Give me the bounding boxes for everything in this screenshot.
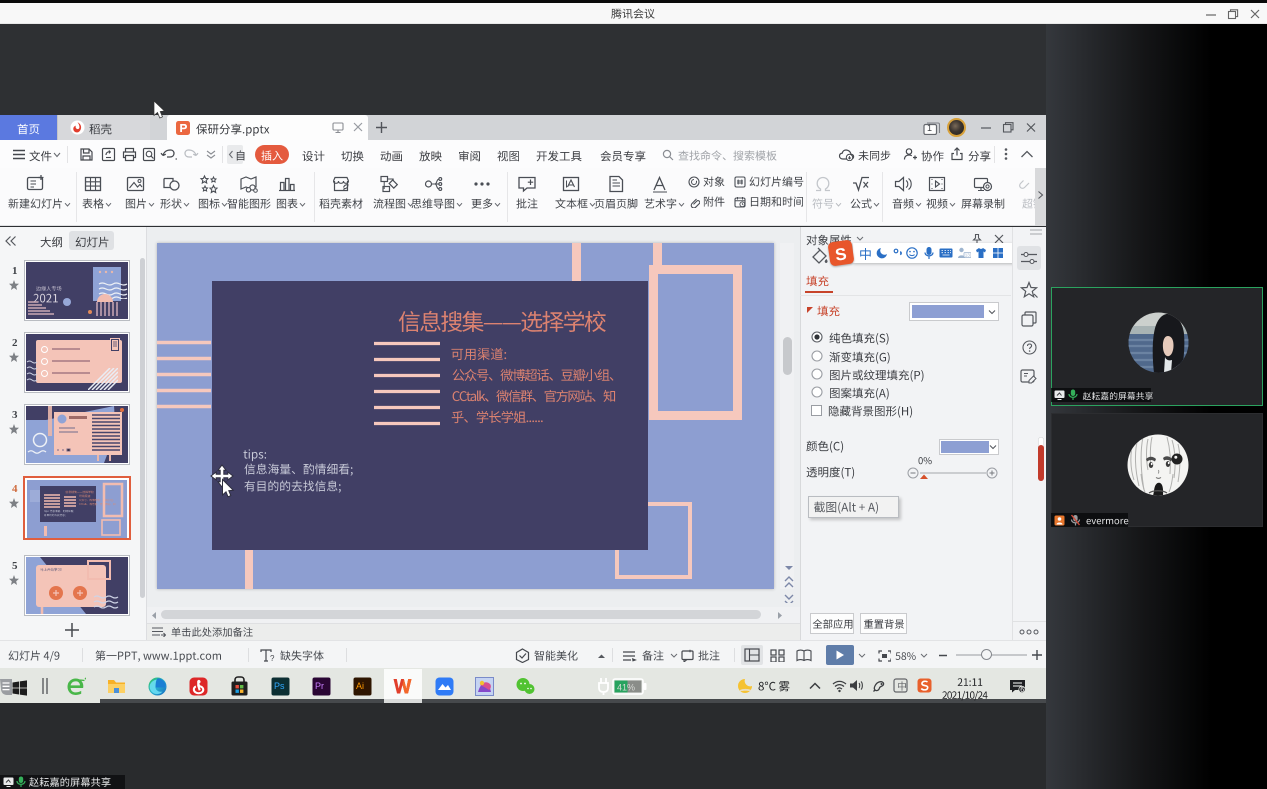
svg-text:6: 6: [1020, 687, 1024, 694]
svg-text:S: S: [834, 244, 848, 264]
svg-text:41%: 41%: [617, 683, 635, 693]
svg-text:13: 13: [965, 253, 971, 258]
svg-text:?: ?: [270, 654, 275, 662]
